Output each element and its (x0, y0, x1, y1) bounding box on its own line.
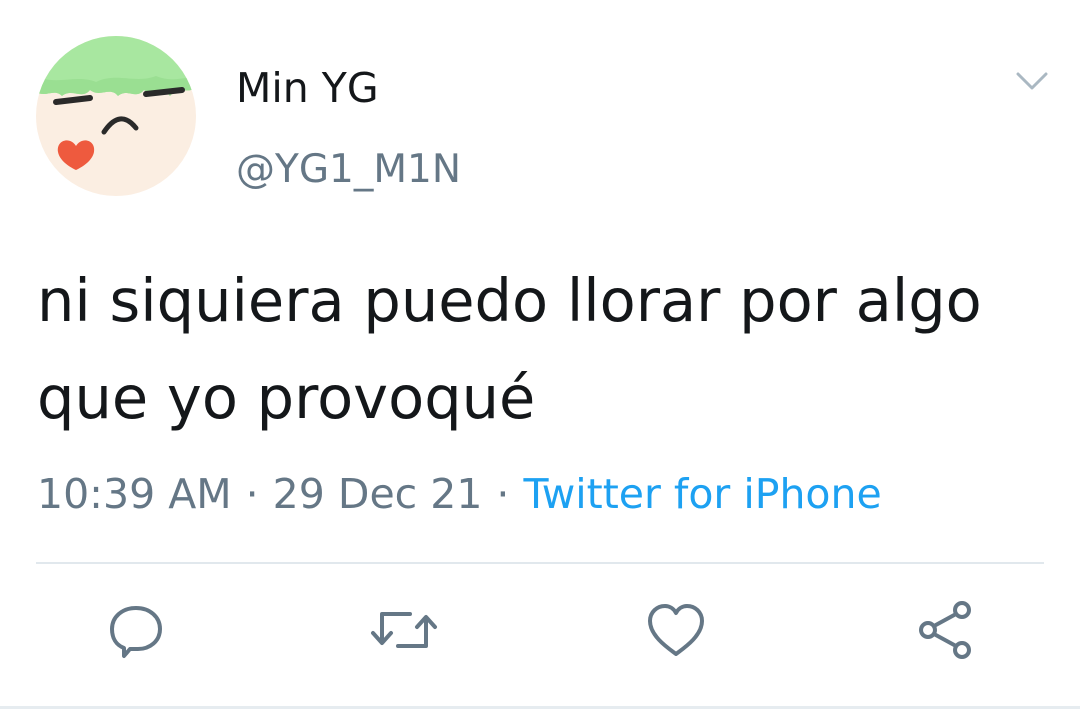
tweet-source-link[interactable]: Twitter for iPhone (523, 470, 881, 518)
avatar-illustration (36, 36, 196, 196)
meta-separator: · (245, 470, 259, 518)
share-icon[interactable] (914, 598, 978, 662)
avatar[interactable] (36, 36, 196, 196)
tweet-time[interactable]: 10:39 AM (37, 470, 232, 518)
display-name[interactable]: Min YG (236, 60, 379, 116)
tweet-date[interactable]: 29 Dec 21 (273, 470, 483, 518)
heart-icon[interactable] (644, 598, 708, 662)
meta-separator: · (496, 470, 510, 518)
reply-icon[interactable] (104, 598, 168, 662)
tweet-metadata: 10:39 AM · 29 Dec 21 · Twitter for iPhone (37, 466, 882, 522)
tweet-card: Min YG @YG1_M1N ni siquiera puedo llorar… (0, 0, 1080, 709)
retweet-icon[interactable] (368, 598, 437, 662)
tweet-text: ni siquiera puedo llorar por algo que yo… (37, 266, 982, 432)
divider (36, 562, 1044, 564)
chevron-down-icon[interactable] (1012, 66, 1052, 98)
user-handle[interactable]: @YG1_M1N (236, 142, 461, 198)
